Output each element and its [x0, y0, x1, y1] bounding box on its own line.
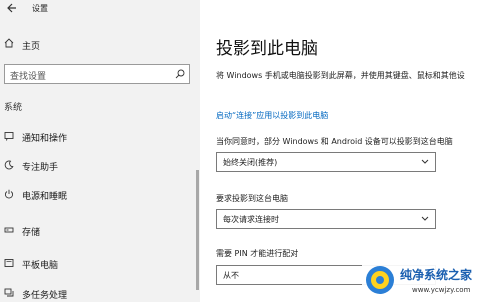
page-title: 投影到此电脑 — [216, 39, 318, 59]
notification-icon — [4, 132, 14, 141]
search-input[interactable]: 查找设置 — [4, 64, 190, 84]
page-description: 将 Windows 手机或电脑投影到此屏幕，并使用其键盘、鼠标和其他设 — [216, 71, 465, 80]
sidebar-item-label: 平板电脑 — [22, 261, 59, 271]
sidebar-item-tablet[interactable]: 平板电脑 — [0, 253, 200, 275]
watermark-text: 纯净系统之家 — [400, 267, 473, 282]
tablet-icon — [4, 259, 14, 267]
sidebar-item-label: 存储 — [22, 228, 41, 238]
sidebar-item-label: 专注助手 — [22, 163, 59, 173]
setting-label: 要求投影到这台电脑 — [216, 194, 288, 203]
watermark-url: www.ycwjzy.com — [412, 286, 471, 294]
power-icon — [4, 189, 14, 199]
dropdown-value: 从不 — [223, 271, 239, 280]
setting-label: 需要 PIN 才能进行配对 — [216, 249, 299, 258]
title-bar: 设置 — [0, 0, 200, 18]
sidebar-item-label: 电源和睡眠 — [22, 192, 68, 202]
dropdown-value: 始终关闭(推荐) — [223, 158, 278, 167]
search-placeholder: 查找设置 — [10, 72, 47, 82]
section-heading: 系统 — [4, 103, 23, 113]
launch-connect-app-link[interactable]: 启动“连接”应用以投影到此电脑 — [216, 110, 328, 121]
sidebar-item-label: 主页 — [22, 42, 41, 52]
site-watermark-logo: 纯净系统之家 www.ycwjzy.com — [362, 260, 496, 300]
sidebar-scrollbar[interactable] — [196, 170, 199, 290]
chevron-down-icon — [421, 159, 429, 164]
sidebar-item-label: 多任务处理 — [22, 291, 68, 301]
dropdown-value: 每次请求连接时 — [223, 215, 279, 224]
moon-icon — [4, 160, 14, 170]
ask-to-project-dropdown[interactable]: 每次请求连接时 — [216, 209, 436, 229]
sidebar-item-focus-assist[interactable]: 专注助手 — [0, 155, 200, 177]
settings-sidebar: 设置 主页 查找设置 系统 通知和操作 专注助手 电源和睡眠 存储 平板电脑 多… — [0, 0, 200, 302]
sidebar-item-home[interactable]: 主页 — [0, 36, 200, 54]
main-content: 投影到此电脑 将 Windows 手机或电脑投影到此屏幕，并使用其键盘、鼠标和其… — [200, 0, 500, 302]
search-icon[interactable] — [175, 69, 185, 79]
back-arrow-icon[interactable] — [6, 2, 18, 14]
sidebar-item-notifications[interactable]: 通知和操作 — [0, 126, 200, 148]
sidebar-item-label: 通知和操作 — [22, 134, 68, 144]
storage-icon — [4, 227, 14, 233]
home-icon — [4, 38, 14, 48]
app-title: 设置 — [32, 4, 48, 13]
sidebar-item-storage[interactable]: 存储 — [0, 220, 200, 242]
projection-availability-dropdown[interactable]: 始终关闭(推荐) — [216, 152, 436, 172]
multitask-icon — [4, 288, 14, 297]
sidebar-item-power-sleep[interactable]: 电源和睡眠 — [0, 184, 200, 206]
setting-label: 当你同意时，部分 Windows 和 Android 设备可以投影到这台电脑 — [216, 137, 453, 146]
chevron-down-icon — [421, 216, 429, 221]
